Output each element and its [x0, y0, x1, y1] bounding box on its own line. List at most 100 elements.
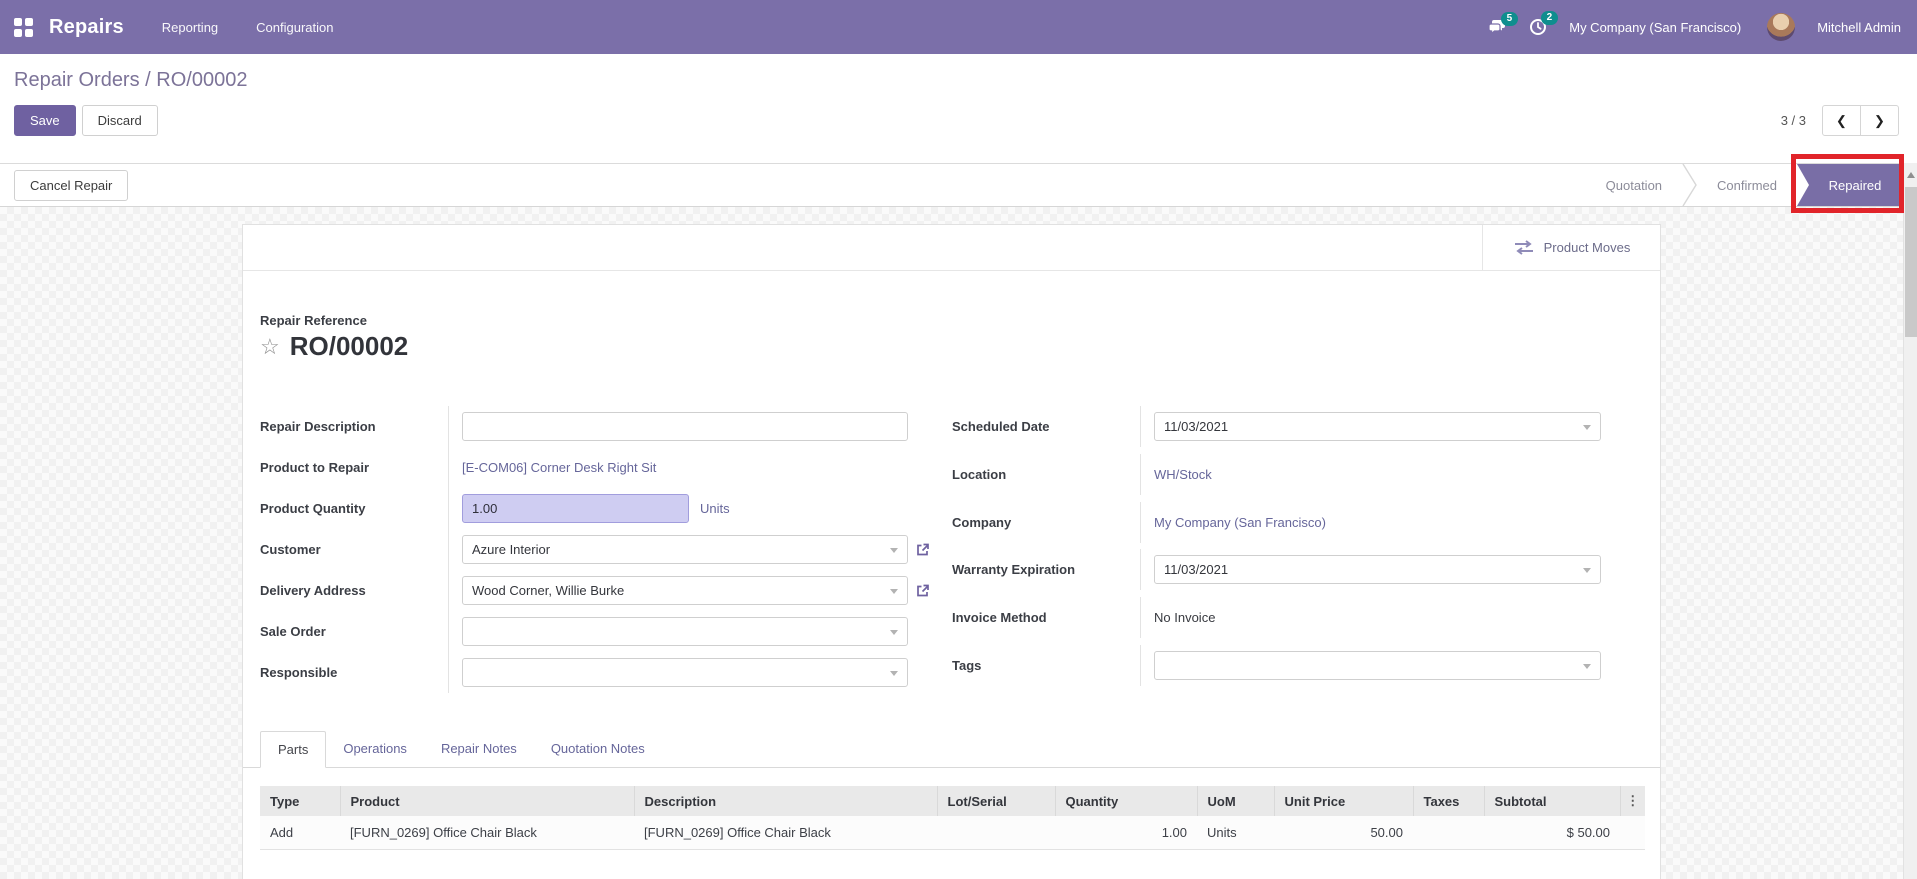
menu-configuration[interactable]: Configuration	[256, 20, 333, 35]
status-step-repaired[interactable]: Repaired	[1797, 164, 1903, 206]
company-switcher[interactable]: My Company (San Francisco)	[1569, 20, 1741, 35]
location-label: Location	[952, 466, 1007, 482]
top-navbar: Repairs Reporting Configuration 5 2 My C…	[0, 0, 1917, 54]
table-options-button[interactable]: ⋮	[1620, 786, 1645, 816]
field-groups: Repair Description Product to Repair [E-…	[243, 406, 1660, 693]
company-value[interactable]: My Company (San Francisco)	[1154, 515, 1326, 530]
scrollbar-thumb[interactable]	[1905, 187, 1917, 337]
tags-label: Tags	[952, 658, 982, 674]
column-unit-price[interactable]: Unit Price	[1274, 786, 1414, 816]
cell-options	[1620, 816, 1645, 850]
column-product[interactable]: Product	[340, 786, 635, 816]
discard-button[interactable]: Discard	[81, 105, 158, 136]
column-subtotal[interactable]: Subtotal	[1484, 786, 1621, 816]
step-separator-icon	[1682, 164, 1697, 206]
messages-count-badge: 5	[1500, 12, 1519, 26]
status-step-quotation[interactable]: Quotation	[1586, 178, 1682, 193]
invoice-method-label: Invoice Method	[952, 610, 1047, 626]
breadcrumb-parent[interactable]: Repair Orders	[14, 69, 140, 91]
product-quantity-label: Product Quantity	[260, 501, 366, 516]
parts-table-header-row: Type Product Description Lot/Serial Quan…	[260, 786, 1645, 816]
product-to-repair-value[interactable]: [E-COM06] Corner Desk Right Sit	[462, 460, 656, 475]
product-moves-label: Product Moves	[1543, 240, 1631, 255]
warranty-expiration-label: Warranty Expiration	[952, 562, 1076, 578]
menu-reporting[interactable]: Reporting	[162, 20, 218, 35]
user-avatar[interactable]	[1767, 13, 1796, 41]
location-value[interactable]: WH/Stock	[1154, 467, 1212, 482]
cell-taxes	[1413, 816, 1484, 850]
tab-repair-notes[interactable]: Repair Notes	[424, 731, 534, 767]
repair-description-input[interactable]	[462, 412, 908, 441]
cell-unit-price: 50.00	[1274, 816, 1413, 850]
activities-button[interactable]: 2	[1529, 11, 1559, 36]
left-field-group: Repair Description Product to Repair [E-…	[260, 406, 930, 693]
responsible-input[interactable]	[462, 658, 908, 687]
chevron-left-icon: ❮	[1836, 112, 1847, 128]
right-field-group: Scheduled Date Location WH/Stock Company…	[952, 406, 1643, 693]
pager-previous-button[interactable]: ❮	[1822, 105, 1861, 136]
product-quantity-uom[interactable]: Units	[700, 501, 730, 516]
column-taxes[interactable]: Taxes	[1413, 786, 1485, 816]
pager-count: 3 / 3	[1780, 113, 1806, 128]
sale-order-input[interactable]	[462, 617, 908, 646]
company-label: Company	[952, 514, 1012, 530]
cell-uom: Units	[1197, 816, 1274, 850]
title-block: Repair Reference ☆ RO/00002	[243, 271, 1660, 362]
column-description[interactable]: Description	[634, 786, 938, 816]
pager-next-button[interactable]: ❯	[1860, 105, 1899, 136]
messages-button[interactable]: 5	[1488, 12, 1519, 35]
repair-reference-label: Repair Reference	[260, 313, 367, 328]
customer-input[interactable]	[462, 535, 908, 564]
customer-label: Customer	[260, 542, 321, 557]
apps-menu-icon[interactable]	[14, 17, 33, 37]
cell-product: [FURN_0269] Office Chair Black	[340, 816, 634, 850]
cell-lot-serial	[937, 816, 1055, 850]
product-quantity-input[interactable]	[462, 494, 689, 523]
content-area: Product Moves Repair Reference ☆ RO/0000…	[0, 207, 1903, 879]
parts-table: Type Product Description Lot/Serial Quan…	[260, 786, 1645, 850]
status-step-confirmed[interactable]: Confirmed	[1697, 178, 1797, 193]
tags-input[interactable]	[1154, 651, 1601, 681]
scheduled-date-input[interactable]	[1154, 412, 1601, 441]
activities-count-badge: 2	[1540, 11, 1559, 25]
column-uom[interactable]: UoM	[1197, 786, 1275, 816]
app-name[interactable]: Repairs	[49, 16, 124, 39]
statusbar: Cancel Repair Quotation Confirmed Repair…	[0, 163, 1903, 207]
tab-parts[interactable]: Parts	[260, 731, 327, 768]
warranty-expiration-input[interactable]	[1154, 555, 1601, 585]
notebook-tabs: Parts Operations Repair Notes Quotation …	[243, 731, 1660, 768]
dots-vertical-icon: ⋮	[1626, 793, 1640, 808]
tab-operations[interactable]: Operations	[326, 731, 424, 767]
user-menu[interactable]: Mitchell Admin	[1817, 20, 1901, 35]
responsible-label: Responsible	[260, 665, 338, 680]
sheet-header: Product Moves	[243, 225, 1660, 271]
column-lot-serial[interactable]: Lot/Serial	[937, 786, 1056, 816]
external-link-icon[interactable]	[915, 583, 931, 599]
save-button[interactable]: Save	[14, 105, 76, 136]
column-quantity[interactable]: Quantity	[1055, 786, 1198, 816]
scroll-up-arrow-icon[interactable]	[1907, 172, 1915, 178]
chevron-right-icon: ❯	[1874, 112, 1885, 128]
breadcrumb: Repair Orders / RO/00002	[14, 69, 1899, 92]
scheduled-date-label: Scheduled Date	[952, 419, 1050, 434]
sale-order-label: Sale Order	[260, 624, 326, 639]
status-steps: Quotation Confirmed Repaired	[1586, 164, 1903, 206]
tab-quotation-notes[interactable]: Quotation Notes	[534, 731, 662, 767]
vertical-scrollbar[interactable]	[1903, 163, 1917, 879]
cancel-repair-button[interactable]: Cancel Repair	[14, 169, 129, 201]
favorite-star-icon[interactable]: ☆	[260, 335, 280, 358]
column-type[interactable]: Type	[260, 786, 341, 816]
parts-table-row[interactable]: Add [FURN_0269] Office Chair Black [FURN…	[260, 816, 1645, 850]
record-name: RO/00002	[289, 331, 409, 361]
form-sheet: Product Moves Repair Reference ☆ RO/0000…	[242, 224, 1661, 879]
delivery-address-label: Delivery Address	[260, 583, 366, 598]
invoice-method-value: No Invoice	[1154, 610, 1216, 626]
cell-type: Add	[260, 816, 340, 850]
cell-description: [FURN_0269] Office Chair Black	[634, 816, 937, 850]
breadcrumb-current: RO/00002	[156, 69, 248, 91]
control-panel: Repair Orders / RO/00002 Save Discard 3 …	[0, 54, 1917, 163]
external-link-icon[interactable]	[915, 542, 931, 558]
product-moves-button[interactable]: Product Moves	[1482, 225, 1660, 270]
cell-quantity: 1.00	[1055, 816, 1197, 850]
delivery-address-input[interactable]	[462, 576, 908, 605]
